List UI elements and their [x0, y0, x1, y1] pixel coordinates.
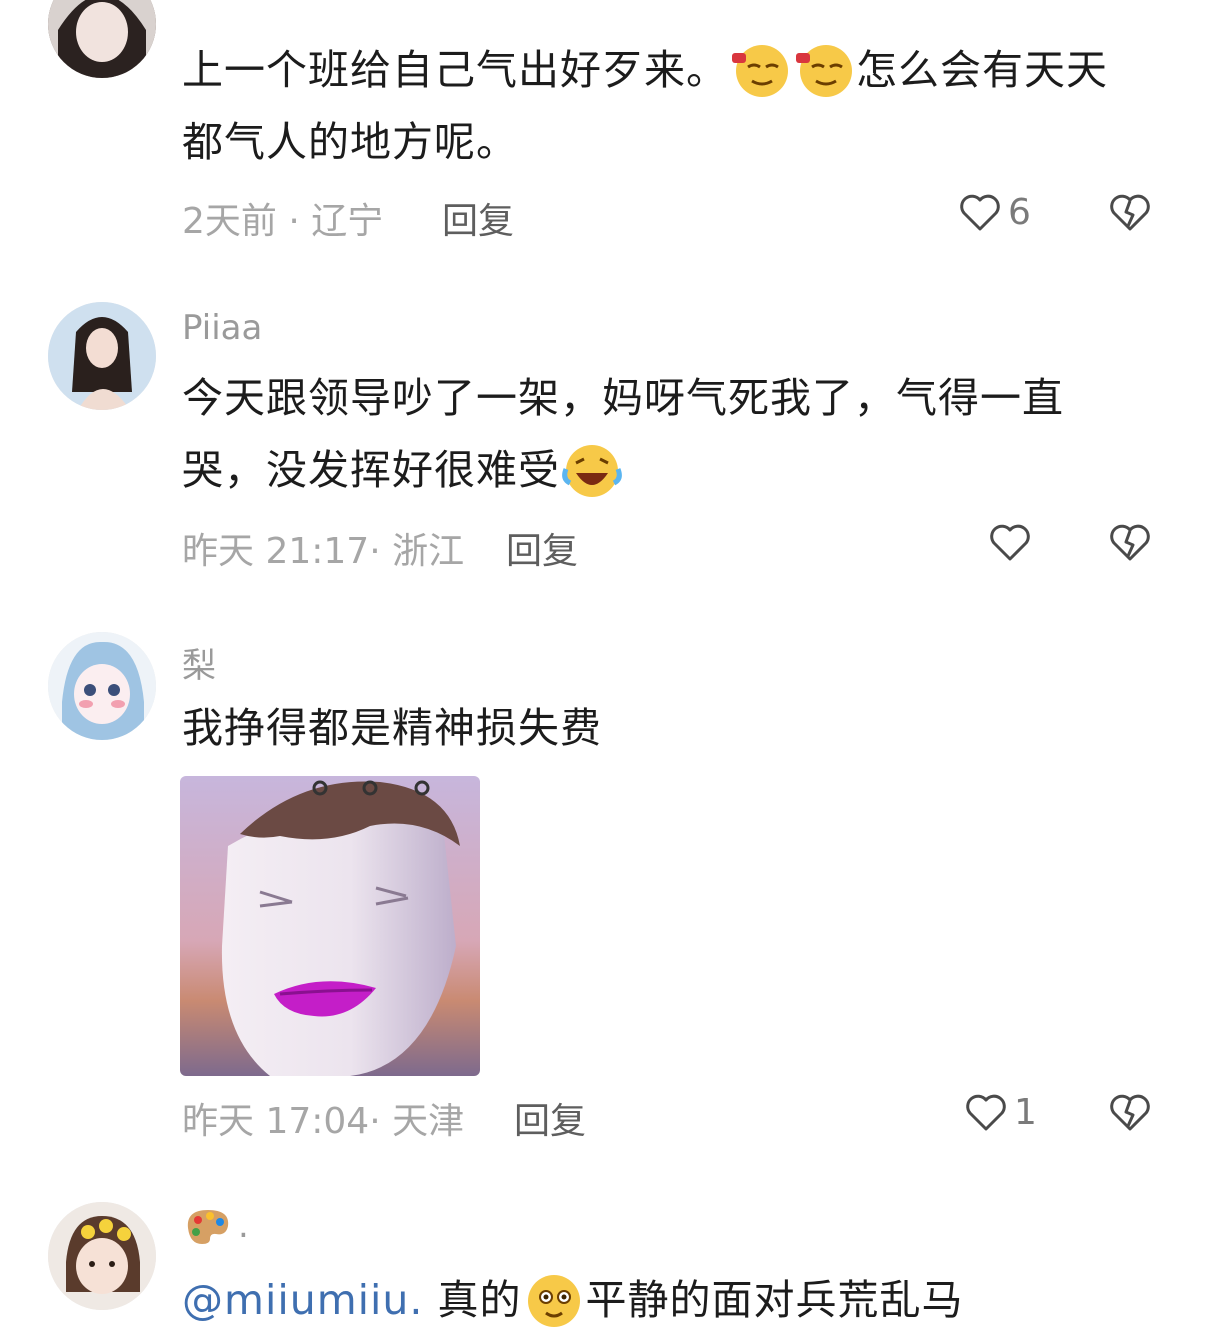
- comment-text-line2: 都气人的地方呢。: [182, 118, 518, 166]
- like-button[interactable]: 6: [956, 188, 1031, 236]
- comment-meta: 2天前 · 辽宁: [182, 201, 384, 242]
- wine-smirk-emoji: [732, 45, 788, 97]
- reply-button[interactable]: 回复: [442, 192, 514, 244]
- heart-icon: [990, 524, 1030, 561]
- dislike-button[interactable]: [1106, 518, 1154, 566]
- like-count: 1: [1014, 1091, 1037, 1133]
- comment-meta: 昨天 17:04· 天津: [182, 1101, 465, 1142]
- calm-smile-emoji: [527, 1275, 580, 1327]
- location: 辽宁: [311, 201, 384, 242]
- reply-button[interactable]: 回复: [514, 1092, 586, 1144]
- location: 天津: [392, 1101, 465, 1142]
- avatar[interactable]: [48, 302, 156, 410]
- timestamp: 2天前: [182, 201, 277, 242]
- dislike-button[interactable]: [1106, 1088, 1154, 1136]
- like-button[interactable]: [986, 518, 1034, 566]
- dislike-button[interactable]: [1106, 188, 1154, 236]
- avatar[interactable]: [48, 0, 156, 78]
- comment-text: 真的: [437, 1276, 522, 1324]
- broken-heart-icon: [1110, 1094, 1150, 1131]
- broken-heart-icon: [1110, 524, 1150, 561]
- user-mention-link[interactable]: @miiumiiu.: [182, 1276, 423, 1324]
- like-count: 6: [1008, 191, 1031, 233]
- timestamp: 昨天 21:17: [182, 531, 370, 572]
- location: 浙江: [392, 531, 465, 572]
- like-button[interactable]: 1: [962, 1088, 1037, 1136]
- comment-text-cont: 怎么会有天天: [856, 46, 1108, 94]
- comment-text: 今天跟领导吵了一架，妈呀气死我了，气得一直: [182, 374, 1064, 422]
- avatar[interactable]: [48, 1202, 156, 1310]
- comment-text: 我挣得都是精神损失费: [182, 704, 602, 752]
- comment-meta: 昨天 21:17· 浙江: [182, 531, 465, 572]
- username[interactable]: Piiaa: [182, 308, 262, 348]
- wine-smirk-emoji: [796, 45, 852, 97]
- comment-text-line2: 哭，没发挥好很难受: [182, 446, 560, 494]
- palette-emoji: [187, 1210, 229, 1244]
- broken-heart-icon: [1110, 194, 1150, 231]
- meme-face-sticker[interactable]: [180, 776, 480, 1076]
- crying-laughing-emoji: [562, 445, 622, 497]
- username[interactable]: 梨: [182, 638, 216, 687]
- heart-icon: [960, 194, 1000, 231]
- username[interactable]: .: [182, 1206, 249, 1246]
- avatar[interactable]: [48, 632, 156, 740]
- heart-icon: [966, 1094, 1006, 1131]
- timestamp: 昨天 17:04: [182, 1101, 370, 1142]
- comment-text-cont: 平静的面对兵荒乱马: [585, 1276, 964, 1324]
- comment-text: 上一个班给自己气出好歹来。: [182, 46, 728, 94]
- username-text: .: [238, 1206, 249, 1246]
- reply-button[interactable]: 回复: [506, 522, 578, 574]
